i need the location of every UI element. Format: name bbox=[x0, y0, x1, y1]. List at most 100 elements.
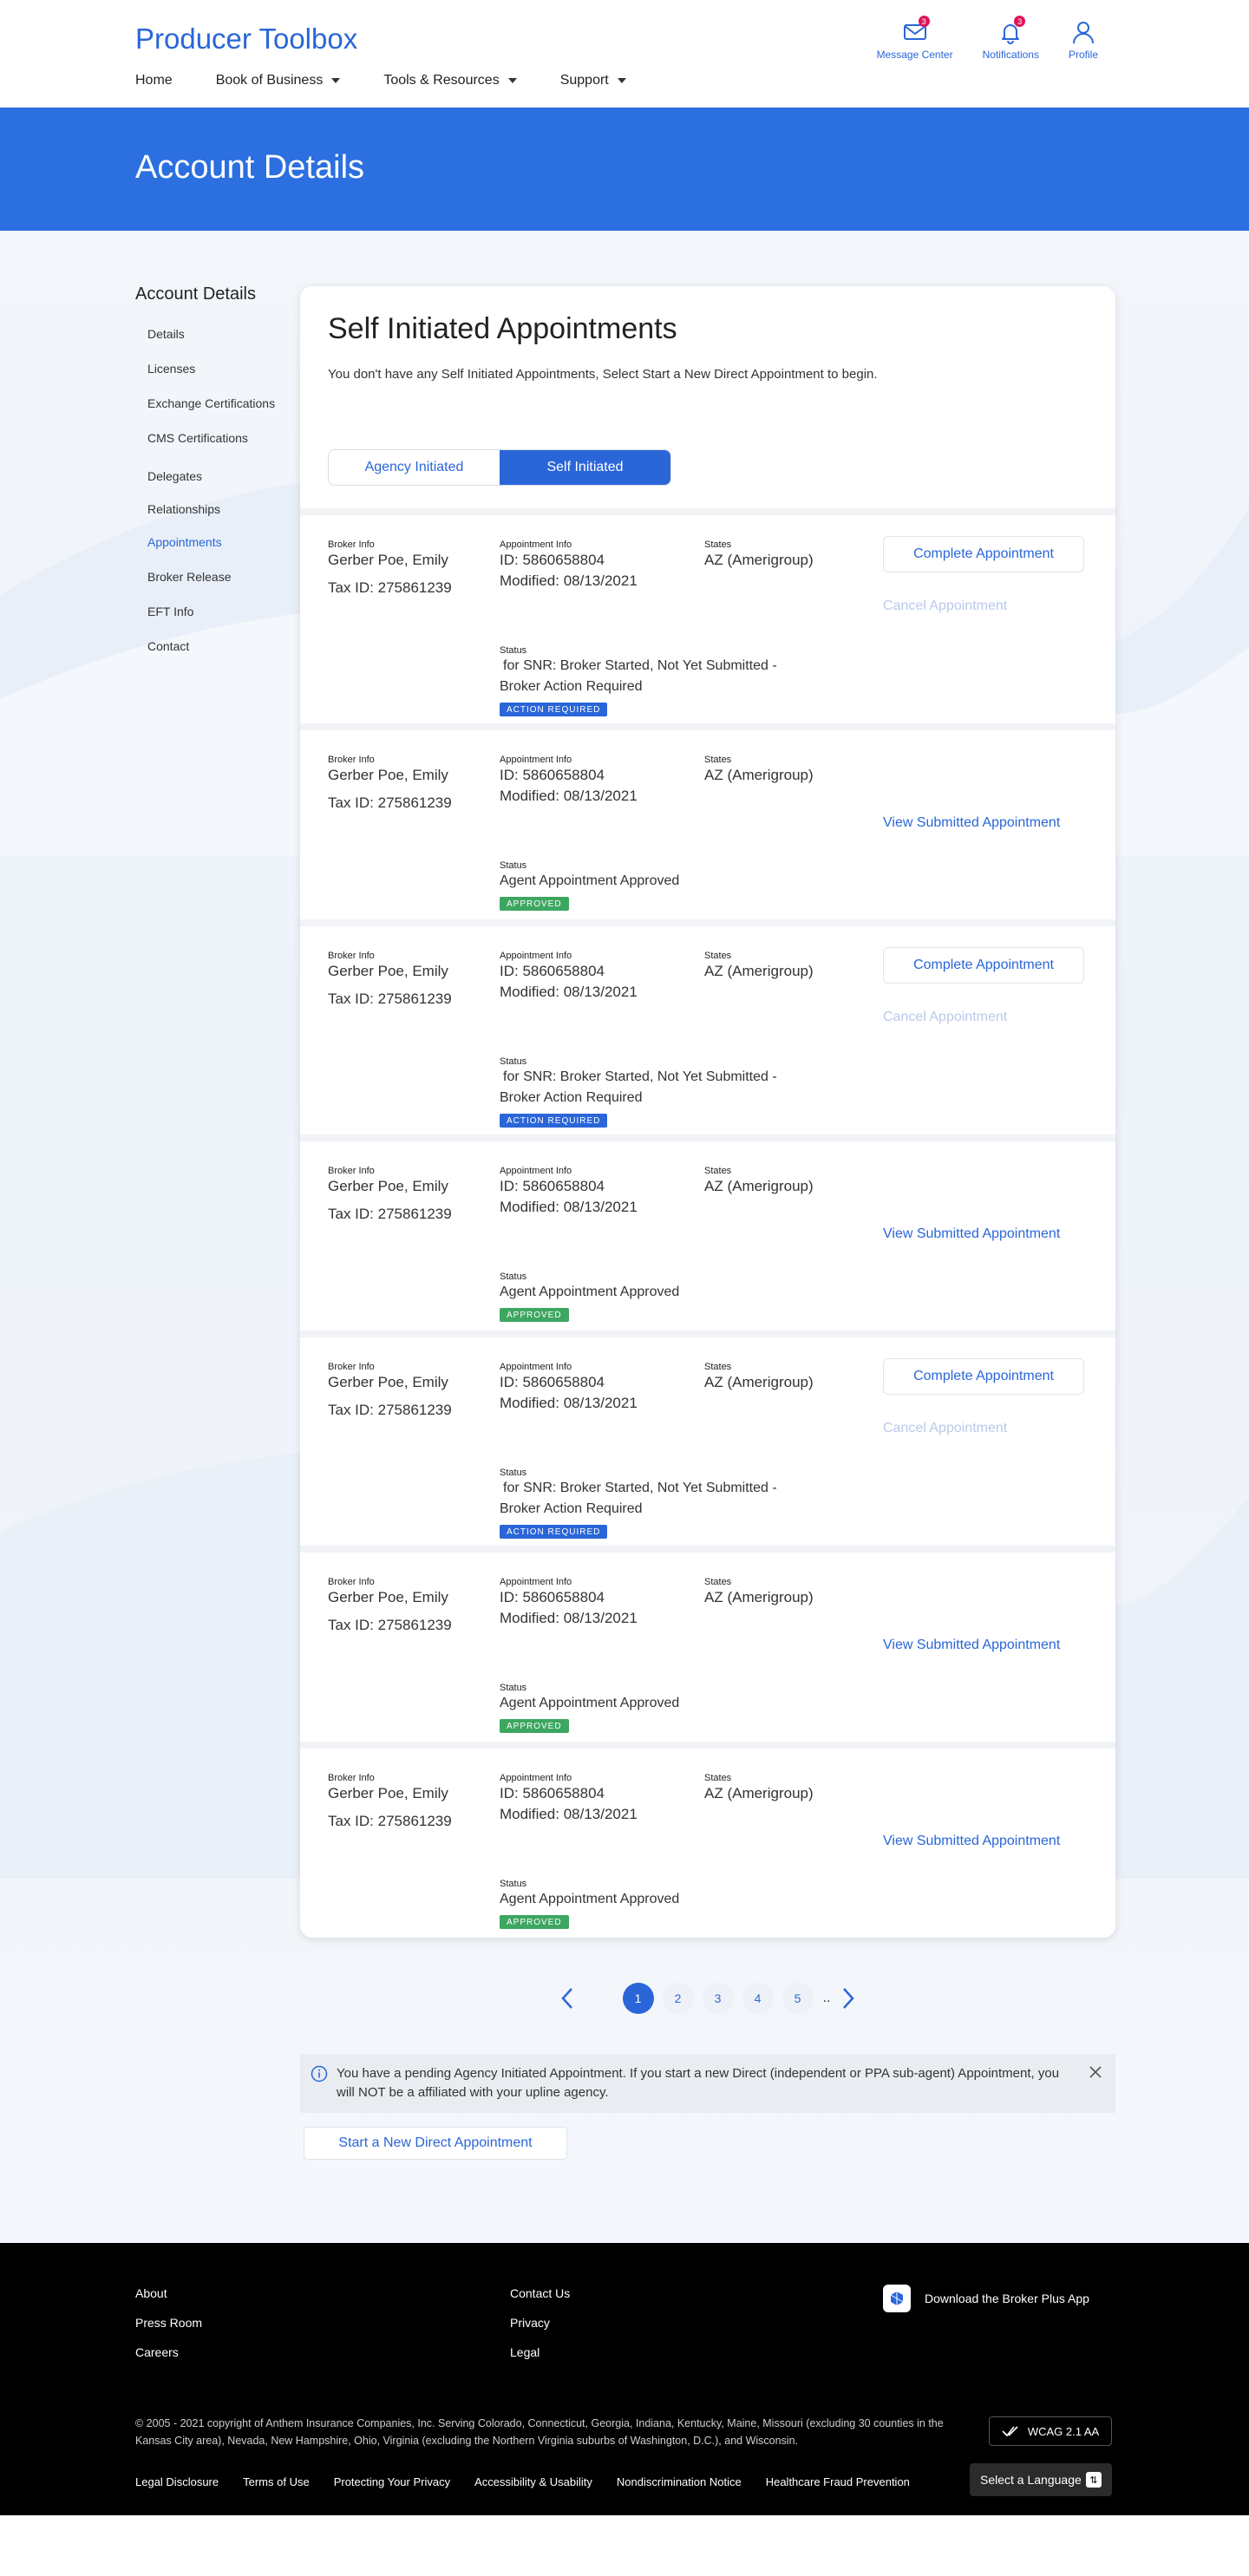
status-badge: APPROVED bbox=[500, 1308, 569, 1322]
footer-link-about[interactable]: About bbox=[135, 2286, 202, 2300]
status-badge: ACTION REQUIRED bbox=[500, 1525, 608, 1539]
sidebar-title: Account Details bbox=[135, 284, 256, 304]
copyright-text: © 2005 - 2021 copyright of Anthem Insura… bbox=[135, 2417, 944, 2447]
broker-name: Gerber Poe, Emily bbox=[328, 1178, 448, 1194]
broker-name: Gerber Poe, Emily bbox=[328, 552, 448, 568]
complete-appointment-button[interactable]: Complete Appointment bbox=[883, 947, 1084, 984]
nav-book-of-business[interactable]: Book of Business bbox=[216, 73, 341, 88]
card-header: Self Initiated Appointments You don't ha… bbox=[300, 286, 1115, 508]
sidebar-item-eft-info[interactable]: EFT Info bbox=[147, 605, 309, 639]
broker-info-label: Broker Info bbox=[328, 539, 375, 550]
start-new-direct-appointment-button[interactable]: Start a New Direct Appointment bbox=[304, 2127, 567, 2160]
status-badge: APPROVED bbox=[500, 1719, 569, 1733]
complete-appointment-button[interactable]: Complete Appointment bbox=[883, 1358, 1084, 1395]
page-1-button[interactable]: 1 bbox=[622, 1983, 654, 2014]
broker-name: Gerber Poe, Emily bbox=[328, 767, 448, 783]
page-4-button[interactable]: 4 bbox=[742, 1983, 774, 2014]
footer-link-privacy[interactable]: Privacy bbox=[510, 2316, 570, 2330]
cancel-appointment-link[interactable]: Cancel Appointment bbox=[883, 598, 1007, 614]
tab-self-initiated[interactable]: Self Initiated bbox=[500, 450, 670, 485]
appointment-id: ID: 5860658804 bbox=[500, 767, 605, 783]
pagination: 1 2 3 4 5 .. bbox=[300, 1972, 1115, 2024]
prev-page-button[interactable] bbox=[554, 1985, 580, 2011]
status-line-1: Agent Appointment Approved bbox=[500, 873, 680, 888]
info-icon bbox=[311, 2065, 328, 2082]
appointment-id: ID: 5860658804 bbox=[500, 1785, 605, 1801]
cancel-appointment-link[interactable]: Cancel Appointment bbox=[883, 1010, 1007, 1025]
broker-name: Gerber Poe, Emily bbox=[328, 1374, 448, 1390]
appointment-modified-date: Modified: 08/13/2021 bbox=[500, 788, 638, 804]
sidebar-item-broker-release[interactable]: Broker Release bbox=[147, 570, 309, 605]
language-icon: ⇅ bbox=[1086, 2472, 1102, 2488]
nav-support[interactable]: Support bbox=[560, 73, 626, 88]
sidebar-item-cms-certifications[interactable]: CMS Certifications bbox=[147, 431, 309, 469]
caret-down-icon bbox=[617, 78, 626, 83]
appointment-id: ID: 5860658804 bbox=[500, 1589, 605, 1605]
notification-count-badge: 3 bbox=[1014, 16, 1026, 27]
view-submitted-appointment-link[interactable]: View Submitted Appointment bbox=[883, 1834, 1060, 1849]
download-app-label: Download the Broker Plus App bbox=[925, 2292, 1089, 2305]
header-icons: 3 Message Center 3 Notifications Profile bbox=[847, 16, 1098, 61]
sidebar-item-appointments[interactable]: Appointments bbox=[147, 535, 309, 570]
tab-agency-initiated[interactable]: Agency Initiated bbox=[329, 450, 500, 485]
footer-link-careers[interactable]: Careers bbox=[135, 2345, 202, 2359]
complete-appointment-button[interactable]: Complete Appointment bbox=[883, 536, 1084, 572]
notifications-button[interactable]: 3 Notifications bbox=[983, 16, 1039, 61]
footer-link-contact-us[interactable]: Contact Us bbox=[510, 2286, 570, 2300]
page-5-button[interactable]: 5 bbox=[781, 1983, 814, 2014]
status-badge: APPROVED bbox=[500, 1915, 569, 1929]
profile-button[interactable]: Profile bbox=[1069, 19, 1098, 61]
status-line-1: Agent Appointment Approved bbox=[500, 1892, 680, 1906]
footer-link-legal[interactable]: Legal bbox=[510, 2345, 570, 2359]
main-content: Account Details Details Licenses Exchang… bbox=[0, 231, 1249, 2243]
broker-name: Gerber Poe, Emily bbox=[328, 1785, 448, 1801]
footer-link-terms-of-use[interactable]: Terms of Use bbox=[243, 2475, 310, 2488]
close-icon[interactable] bbox=[1088, 2064, 1103, 2080]
wcag-badge: WCAG 2.1 AA bbox=[989, 2416, 1112, 2446]
appointment-modified-date: Modified: 08/13/2021 bbox=[500, 984, 638, 1000]
footer-link-nondiscrimination[interactable]: Nondiscrimination Notice bbox=[617, 2475, 742, 2488]
site-header: Producer Toolbox Home Book of Business T… bbox=[0, 0, 1249, 108]
footer-link-fraud-prevention[interactable]: Healthcare Fraud Prevention bbox=[766, 2475, 910, 2488]
footer-link-legal-disclosure[interactable]: Legal Disclosure bbox=[135, 2475, 219, 2488]
next-page-button[interactable] bbox=[835, 1985, 861, 2011]
view-submitted-appointment-link[interactable]: View Submitted Appointment bbox=[883, 815, 1060, 831]
footer-col-support: Contact Us Privacy Legal bbox=[510, 2286, 570, 2375]
nav-home[interactable]: Home bbox=[135, 73, 173, 88]
download-app-link[interactable]: Download the Broker Plus App bbox=[883, 2285, 1089, 2312]
account-sidebar: Account Details Details Licenses Exchang… bbox=[135, 284, 309, 674]
appointment-info-label: Appointment Info bbox=[500, 1166, 572, 1176]
caret-down-icon bbox=[507, 78, 517, 83]
status-badge: ACTION REQUIRED bbox=[500, 1114, 608, 1128]
language-selector[interactable]: Select a Language ⇅ bbox=[970, 2463, 1112, 2496]
view-submitted-appointment-link[interactable]: View Submitted Appointment bbox=[883, 1638, 1060, 1653]
message-center-button[interactable]: 3 Message Center bbox=[877, 16, 953, 61]
sidebar-item-licenses[interactable]: Licenses bbox=[147, 362, 309, 396]
footer-col-company: About Press Room Careers bbox=[135, 2286, 202, 2375]
sidebar-item-details[interactable]: Details bbox=[147, 327, 309, 362]
brand-logo[interactable]: Producer Toolbox bbox=[135, 23, 357, 56]
appointment-states: AZ (Amerigroup) bbox=[704, 963, 814, 979]
page-2-button[interactable]: 2 bbox=[662, 1983, 694, 2014]
page-3-button[interactable]: 3 bbox=[702, 1983, 734, 2014]
appointment-modified-date: Modified: 08/13/2021 bbox=[500, 1610, 638, 1626]
broker-info-label: Broker Info bbox=[328, 1773, 375, 1783]
footer-link-protecting-privacy[interactable]: Protecting Your Privacy bbox=[334, 2475, 450, 2488]
appointment-states: AZ (Amerigroup) bbox=[704, 552, 814, 568]
status-badge: APPROVED bbox=[500, 897, 569, 911]
broker-info-label: Broker Info bbox=[328, 951, 375, 961]
sidebar-item-delegates[interactable]: Delegates bbox=[147, 469, 309, 502]
sidebar-item-contact[interactable]: Contact bbox=[147, 639, 309, 674]
sidebar-item-relationships[interactable]: Relationships bbox=[147, 502, 309, 535]
footer-link-press-room[interactable]: Press Room bbox=[135, 2316, 202, 2330]
status-line-1: for SNR: Broker Started, Not Yet Submitt… bbox=[503, 1481, 777, 1495]
sidebar-item-exchange-certifications[interactable]: Exchange Certifications bbox=[147, 396, 309, 431]
cancel-appointment-link[interactable]: Cancel Appointment bbox=[883, 1421, 1007, 1436]
appointment-list: Broker Info Gerber Poe, Emily Tax ID: 2758… bbox=[300, 508, 1115, 1938]
nav-tools-resources[interactable]: Tools & Resources bbox=[383, 73, 517, 88]
footer-link-accessibility[interactable]: Accessibility & Usability bbox=[474, 2475, 592, 2488]
view-submitted-appointment-link[interactable]: View Submitted Appointment bbox=[883, 1226, 1060, 1242]
appointment-modified-date: Modified: 08/13/2021 bbox=[500, 1395, 638, 1411]
status-label: Status bbox=[500, 1683, 527, 1693]
appointment-states: AZ (Amerigroup) bbox=[704, 767, 814, 783]
